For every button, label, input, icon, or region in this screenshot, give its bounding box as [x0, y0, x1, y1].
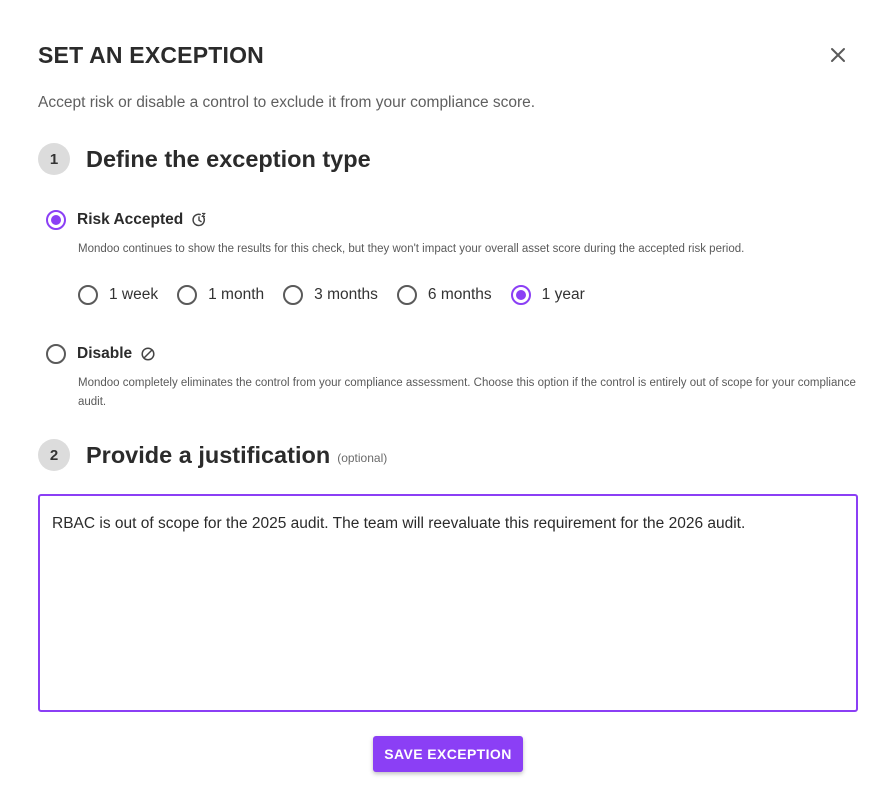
option-risk-accepted[interactable]: Risk Accepted — [46, 210, 207, 230]
duration-radio[interactable] — [510, 285, 531, 305]
duration-radio[interactable] — [396, 285, 417, 305]
duration-3-months[interactable]: 3 months — [283, 285, 378, 305]
step-number: 2 — [38, 439, 70, 471]
justification-textarea[interactable]: RBAC is out of scope for the 2025 audit.… — [38, 494, 858, 712]
dialog-title: SET AN EXCEPTION — [38, 42, 264, 68]
duration-radio[interactable] — [283, 285, 304, 305]
duration-label: 3 months — [314, 286, 378, 303]
disable-radio[interactable] — [46, 344, 66, 364]
risk-accepted-radio[interactable] — [46, 210, 66, 230]
step-title: Define the exception type — [86, 145, 371, 172]
duration-options: 1 week 1 month 3 months 6 months 1 year — [78, 285, 604, 305]
step-1-header: 1 Define the exception type — [38, 143, 371, 175]
close-icon — [831, 48, 845, 62]
duration-label: 1 year — [541, 286, 585, 303]
duration-6-months[interactable]: 6 months — [396, 285, 492, 305]
save-exception-button[interactable]: SAVE EXCEPTION — [373, 736, 523, 772]
option-label: Risk Accepted — [77, 211, 184, 228]
optional-label: (optional) — [337, 451, 388, 465]
duration-1-month[interactable]: 1 month — [177, 285, 264, 305]
risk-accepted-description: Mondoo continues to show the results for… — [78, 243, 745, 255]
exception-dialog: SET AN EXCEPTION Accept risk or disable … — [0, 0, 893, 809]
option-disable[interactable]: Disable — [46, 344, 156, 364]
duration-label: 6 months — [427, 286, 492, 303]
duration-radio[interactable] — [78, 285, 98, 305]
option-label: Disable — [77, 345, 133, 362]
duration-1-week[interactable]: 1 week — [78, 285, 158, 305]
dialog-subtitle: Accept risk or disable a control to excl… — [38, 94, 536, 111]
step-2-header: 2 Provide a justification (optional) — [38, 439, 387, 471]
duration-1-year[interactable]: 1 year — [510, 285, 585, 305]
duration-label: 1 month — [208, 286, 265, 303]
block-icon — [140, 346, 156, 362]
close-button[interactable] — [826, 43, 850, 67]
duration-label: 1 week — [109, 286, 159, 303]
duration-radio[interactable] — [177, 285, 198, 305]
snooze-clock-icon — [191, 212, 207, 228]
disable-description: Mondoo completely eliminates the control… — [78, 377, 856, 408]
step-number: 1 — [38, 143, 70, 175]
step-title: Provide a justification — [86, 441, 331, 468]
